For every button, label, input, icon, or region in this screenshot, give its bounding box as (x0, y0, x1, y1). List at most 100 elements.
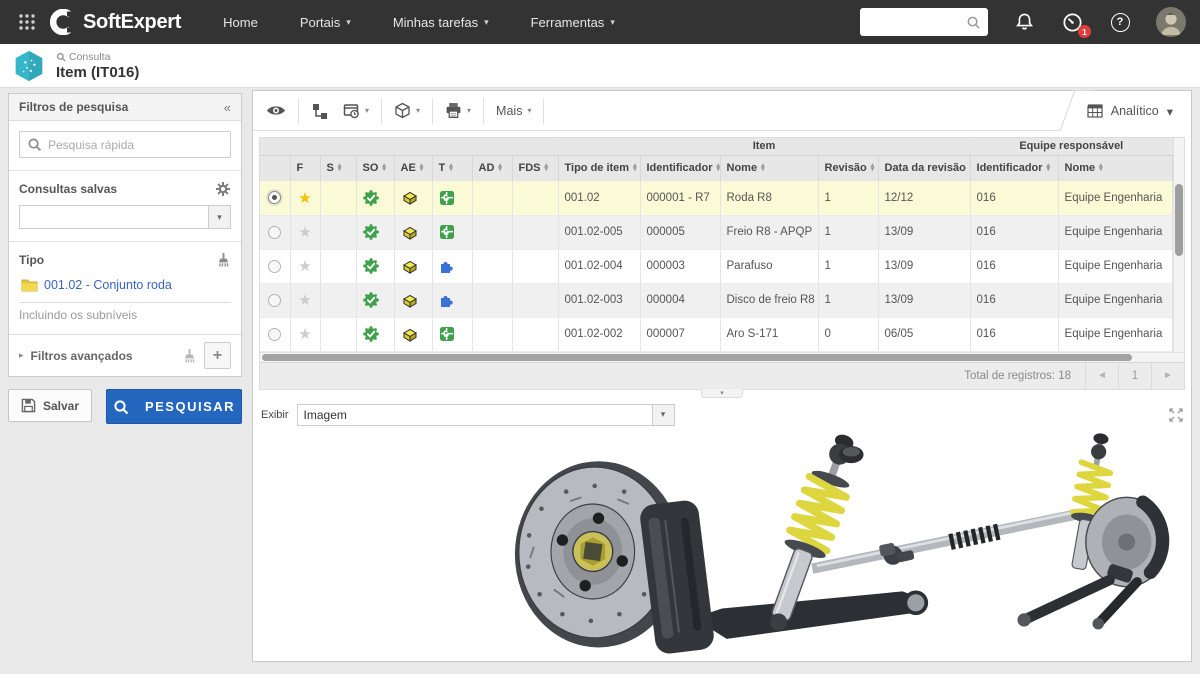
sort-icon: ▴▾ (717, 164, 720, 173)
pending-tasks-gauge-icon[interactable]: 1 (1060, 10, 1084, 34)
sort-icon: ▴▾ (338, 164, 342, 173)
col-header-t[interactable]: T▴▾ (432, 155, 472, 181)
more-button[interactable]: Mais ▾ (489, 97, 538, 125)
status-check-seal-icon (363, 326, 379, 342)
page-number[interactable]: 1 (1118, 362, 1151, 389)
gear-icon[interactable] (215, 181, 231, 197)
favorite-star-icon[interactable]: ★ (298, 258, 311, 275)
cell-revisao: 1 (818, 215, 878, 249)
notifications-bell-icon[interactable] (1012, 10, 1036, 34)
favorite-star-icon[interactable]: ★ (298, 224, 311, 241)
col-header-tipo[interactable]: Tipo de item▴▾ (558, 155, 640, 181)
nav-ferramentas[interactable]: Ferramentas▾ (513, 0, 633, 44)
cell-ae (394, 283, 432, 317)
softexpert-logo[interactable]: SoftExpert (50, 9, 181, 35)
nav-home[interactable]: Home (205, 0, 276, 44)
history-window-button[interactable]: ▾ (336, 97, 376, 125)
col-header-nome[interactable]: Nome▴▾ (720, 155, 818, 181)
row-radio-button[interactable] (268, 260, 281, 273)
app-grid-icon[interactable] (14, 9, 40, 35)
group-header-team: Equipe responsável (970, 138, 1173, 155)
splitter-handle[interactable]: ▾ (701, 389, 743, 398)
cad-part-icon (401, 293, 418, 308)
chevron-down-icon: ▾ (346, 17, 351, 28)
col-header-s[interactable]: S▴▾ (320, 155, 356, 181)
view-mode-tab[interactable]: Analítico ▾ (1073, 91, 1191, 131)
col-header-team-nome[interactable]: Nome▴▾ (1058, 155, 1173, 181)
col-header-data-revisao[interactable]: Data da revisão▴▾ (878, 155, 970, 181)
expand-fullscreen-icon[interactable] (1169, 408, 1183, 422)
table-row[interactable]: ★ 001.02-002 000007 Aro S-171 (260, 317, 1173, 351)
user-avatar[interactable] (1156, 7, 1186, 37)
chevron-down-icon: ▾ (610, 17, 615, 28)
help-icon[interactable]: ? (1108, 10, 1132, 34)
prev-page-button[interactable]: ◄ (1085, 362, 1118, 389)
chevron-down-icon: ▾ (208, 206, 230, 228)
search-submit-button[interactable]: PESQUISAR (106, 389, 242, 424)
table-row[interactable]: ★ 001.02 000001 - R7 Roda R8 (260, 181, 1173, 215)
chevron-down-icon: ▾ (1167, 104, 1173, 119)
cell-tipo: 001.02-003 (558, 283, 640, 317)
row-radio-button[interactable] (268, 191, 281, 204)
row-radio-button[interactable] (268, 294, 281, 307)
cell-identificador: 000007 (640, 317, 720, 351)
preview-button[interactable] (259, 97, 293, 125)
horizontal-scrollbar[interactable] (260, 352, 1184, 362)
advanced-filters-row[interactable]: ▸ Filtros avançados + (9, 334, 241, 376)
favorite-star-icon[interactable]: ★ (298, 190, 311, 207)
global-search-box (860, 8, 988, 36)
search-icon[interactable] (966, 15, 981, 30)
cell-data-revisao: 13/09 (878, 249, 970, 283)
add-filter-button[interactable]: + (204, 342, 231, 369)
chevron-down-icon: ▾ (484, 17, 489, 28)
col-header-so[interactable]: SO▴▾ (356, 155, 394, 181)
include-sublevels-note: Incluindo os subníveis (19, 302, 231, 322)
col-header-identificador[interactable]: Identificador▴▾ (640, 155, 720, 181)
cell-team-identificador: 016 (970, 181, 1058, 215)
next-page-button[interactable]: ► (1151, 362, 1184, 389)
cell-ad (472, 249, 512, 283)
cell-team-identificador: 016 (970, 283, 1058, 317)
cell-ad (472, 215, 512, 249)
cell-s (320, 317, 356, 351)
clear-filter-broom-icon[interactable] (216, 252, 231, 268)
clear-filter-broom-icon[interactable] (182, 348, 197, 364)
row-radio-button[interactable] (268, 328, 281, 341)
col-header-f[interactable]: F (290, 155, 320, 181)
type-filter-value[interactable]: 001.02 - Conjunto roda (21, 278, 231, 292)
folder-icon (21, 278, 38, 292)
print-button[interactable]: ▾ (438, 97, 478, 125)
cell-ae (394, 215, 432, 249)
favorite-star-icon[interactable]: ★ (298, 292, 311, 309)
table-row[interactable]: ★ 001.02-005 000005 Freio R8 - AP (260, 215, 1173, 249)
vertical-scrollbar[interactable] (1173, 138, 1184, 352)
col-header-ad[interactable]: AD▴▾ (472, 155, 512, 181)
saved-queries-select[interactable]: ▾ (19, 205, 231, 229)
nav-portais[interactable]: Portais▾ (282, 0, 369, 44)
viewer-header: Exibir Imagem ▾ (253, 400, 1191, 428)
col-header-ae[interactable]: AE▴▾ (394, 155, 432, 181)
brand-name: SoftExpert (83, 11, 181, 34)
quick-search-input[interactable] (48, 138, 223, 152)
cell-ad (472, 317, 512, 351)
row-radio-button[interactable] (268, 226, 281, 239)
cad-part-icon (401, 225, 418, 240)
col-header-fds[interactable]: FDS▴▾ (512, 155, 558, 181)
nav-minhas-tarefas[interactable]: Minhas tarefas▾ (375, 0, 507, 44)
table-row[interactable]: ★ 001.02-004 000003 Parafuso (260, 249, 1173, 283)
view-select[interactable]: Imagem ▾ (297, 404, 675, 426)
cell-so (356, 215, 394, 249)
favorite-star-icon[interactable]: ★ (298, 326, 311, 343)
save-button[interactable]: Salvar (8, 389, 92, 422)
col-header-team-identificador[interactable]: Identificador▴▾ (970, 155, 1058, 181)
col-header-revisao[interactable]: Revisão▴▾ (818, 155, 878, 181)
chevron-down-icon: ▾ (365, 106, 369, 115)
collapse-panel-icon[interactable]: « (224, 100, 231, 115)
3d-view-button[interactable]: ▾ (387, 97, 427, 125)
search-icon (27, 137, 42, 152)
cell-s (320, 249, 356, 283)
global-search-input[interactable] (867, 15, 966, 29)
blue-puzzle-icon (439, 292, 454, 308)
structure-tree-button[interactable] (304, 97, 336, 125)
table-row[interactable]: ★ 001.02-003 000004 Disco de frei (260, 283, 1173, 317)
